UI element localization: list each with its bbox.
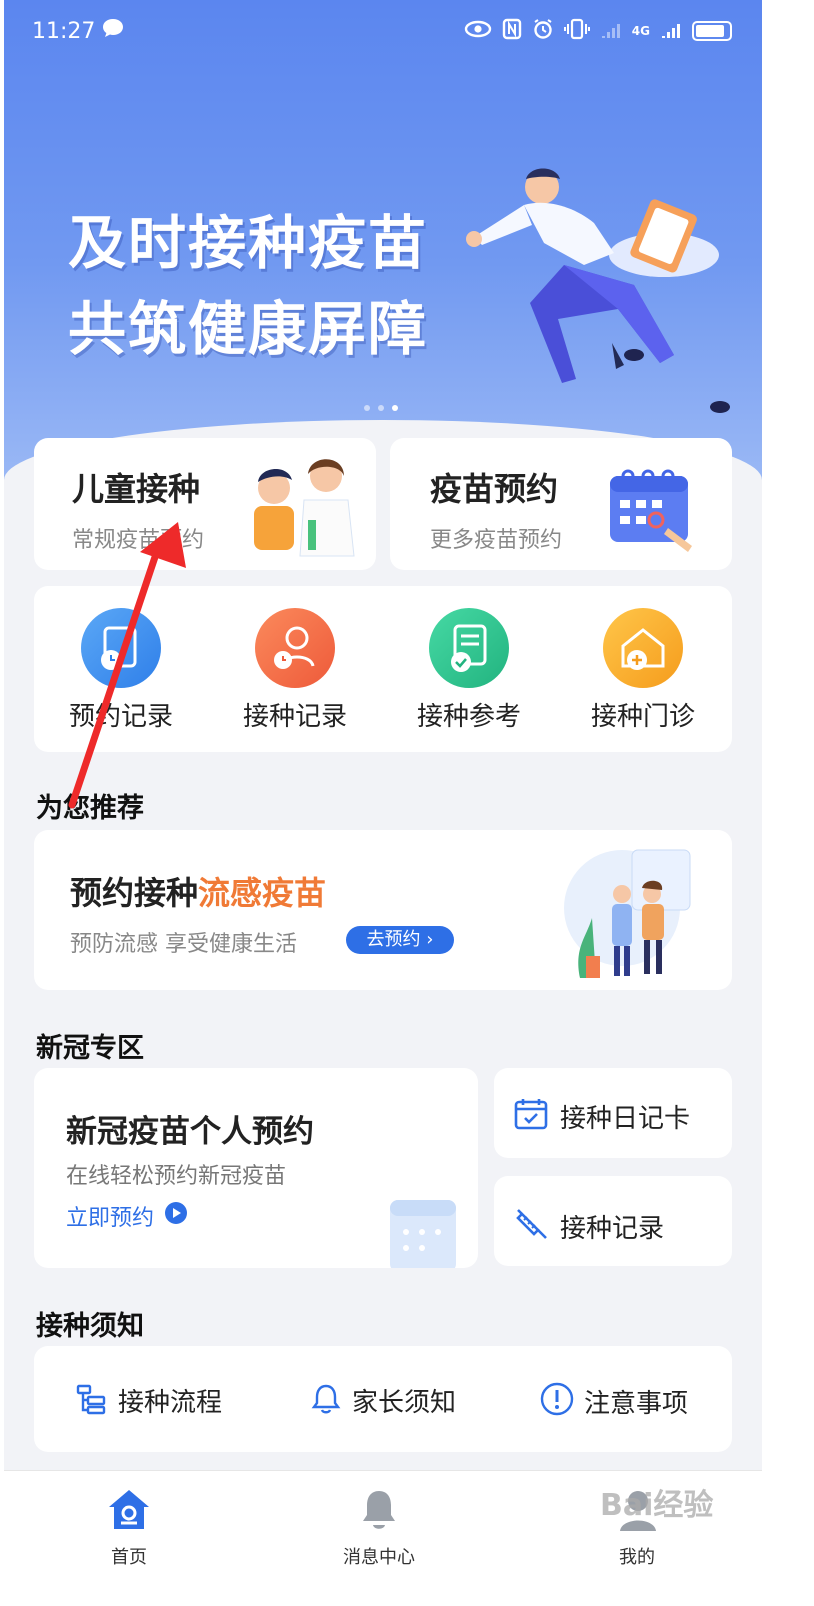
- covid-booking-card[interactable]: 新冠疫苗个人预约 在线轻松预约新冠疫苗 立即预约: [34, 1068, 478, 1268]
- child-vaccination-card[interactable]: 儿童接种 常规疫苗预约: [34, 438, 376, 570]
- vaccination-diary-label: 接种日记卡: [560, 1104, 691, 1134]
- flu-card-subtitle: 预防流感 享受健康生活: [70, 932, 297, 957]
- quick-action-label: 接种门诊: [590, 702, 695, 732]
- nfc-icon: [502, 18, 522, 45]
- quick-action-label: 接种参考: [416, 702, 521, 732]
- book-now-link[interactable]: 立即预约: [66, 1200, 188, 1232]
- flow-chart-icon: [76, 1383, 108, 1419]
- covid-vaccination-records-card[interactable]: 接种记录: [494, 1176, 732, 1266]
- exclamation-circle-icon: [540, 1382, 574, 1420]
- app-screen: 11:27 4G 及时接种疫苗 共筑健康屏障 儿童接种 常规疫苗预约 疫苗预约 …: [4, 0, 762, 1606]
- play-circle-icon: [164, 1201, 188, 1231]
- quick-action-label: 接种记录: [242, 702, 347, 732]
- watermark-text: Bai经验: [600, 1488, 714, 1523]
- baidu-jingyan-watermark: Bai经验: [600, 1480, 770, 1560]
- syringe-icon: [512, 1204, 550, 1246]
- carousel-dot[interactable]: [364, 405, 370, 411]
- banner-headline-2: 共筑健康屏障: [68, 295, 429, 363]
- flu-card-title: 预约接种流感疫苗: [70, 868, 326, 914]
- quick-action-vaccination-reference[interactable]: 接种参考: [382, 586, 556, 752]
- notice-item-label: 家长须知: [352, 1388, 457, 1418]
- notice-item-process[interactable]: 接种流程: [76, 1382, 222, 1419]
- quick-actions-panel: 预约记录 接种记录 接种参考 接种门诊: [34, 586, 732, 752]
- doctor-illustration: [466, 168, 730, 413]
- person-clock-icon: [255, 608, 335, 688]
- calendar-check-icon: [514, 1098, 548, 1134]
- quick-action-vaccination-records[interactable]: 接种记录: [208, 586, 382, 752]
- nav-home-label: 首页: [111, 1547, 147, 1568]
- notice-item-precautions[interactable]: 注意事项: [540, 1382, 688, 1420]
- book-now-link-label: 立即预约: [66, 1206, 155, 1231]
- notice-section-title: 接种须知: [36, 1311, 144, 1342]
- covid-vaccination-records-label: 接种记录: [560, 1214, 665, 1244]
- covid-section-title: 新冠专区: [36, 1033, 144, 1064]
- book-now-label: 去预约: [366, 929, 421, 950]
- notice-item-label: 注意事项: [584, 1388, 689, 1419]
- child-vaccination-subtitle: 常规疫苗预约: [72, 528, 205, 553]
- nav-home[interactable]: 首页: [54, 1471, 204, 1606]
- nav-messages[interactable]: 消息中心: [304, 1471, 454, 1606]
- signal-weak-icon: [600, 18, 622, 45]
- vaccination-diary-card[interactable]: 接种日记卡: [494, 1068, 732, 1158]
- bell-icon: [359, 1487, 399, 1537]
- home-icon: [106, 1487, 152, 1537]
- network-type: 4G: [631, 24, 650, 38]
- clinic-illustration: [564, 849, 691, 978]
- status-time: 11:27: [32, 18, 96, 44]
- calendar-clock-icon: [81, 608, 161, 688]
- vaccine-booking-title: 疫苗预约: [430, 470, 559, 508]
- calendar-watermark-icon: [390, 1200, 456, 1268]
- book-now-button[interactable]: 去预约 ›: [346, 926, 454, 954]
- covid-booking-subtitle: 在线轻松预约新冠疫苗: [66, 1164, 287, 1189]
- vaccine-booking-subtitle: 更多疫苗预约: [430, 528, 563, 553]
- carousel-dot[interactable]: [378, 405, 384, 411]
- status-bar: 11:27 4G: [32, 14, 732, 48]
- carousel-dot-active[interactable]: [392, 405, 398, 411]
- recommend-section-title: 为您推荐: [36, 793, 144, 824]
- notice-item-label: 接种流程: [118, 1388, 223, 1418]
- hero-banner[interactable]: 11:27 4G 及时接种疫苗 共筑健康屏障: [4, 0, 762, 480]
- message-icon: [101, 17, 125, 45]
- banner-headline-1: 及时接种疫苗: [68, 209, 429, 277]
- quick-action-appointment-records[interactable]: 预约记录: [34, 586, 208, 752]
- flu-card-title-highlight: 流感疫苗: [198, 874, 327, 912]
- flu-card-title-main: 预约接种: [70, 874, 199, 912]
- bell-icon: [310, 1383, 342, 1419]
- quick-action-vaccination-clinic[interactable]: 接种门诊: [556, 586, 730, 752]
- vaccine-booking-card[interactable]: 疫苗预约 更多疫苗预约: [390, 438, 732, 570]
- carousel-dots[interactable]: [364, 405, 398, 411]
- quick-action-label: 预约记录: [68, 702, 173, 732]
- notice-panel: 接种流程 家长须知 注意事项: [34, 1346, 732, 1452]
- flu-vaccine-card[interactable]: 预约接种流感疫苗 预防流感 享受健康生活 去预约 ›: [34, 830, 732, 990]
- nav-messages-label: 消息中心: [343, 1547, 415, 1568]
- vibrate-icon: [563, 18, 590, 45]
- clinic-house-icon: [603, 608, 683, 688]
- alarm-icon: [532, 18, 554, 45]
- child-vaccination-title: 儿童接种: [72, 470, 201, 508]
- battery-icon: [692, 21, 732, 41]
- calendar-illustration-icon: [610, 469, 692, 552]
- document-check-icon: [429, 608, 509, 688]
- notice-item-parents[interactable]: 家长须知: [310, 1382, 456, 1419]
- eye-icon: [464, 20, 492, 43]
- child-doctor-illustration: [254, 459, 355, 557]
- signal-icon: [660, 18, 682, 45]
- covid-booking-title: 新冠疫苗个人预约: [66, 1114, 314, 1150]
